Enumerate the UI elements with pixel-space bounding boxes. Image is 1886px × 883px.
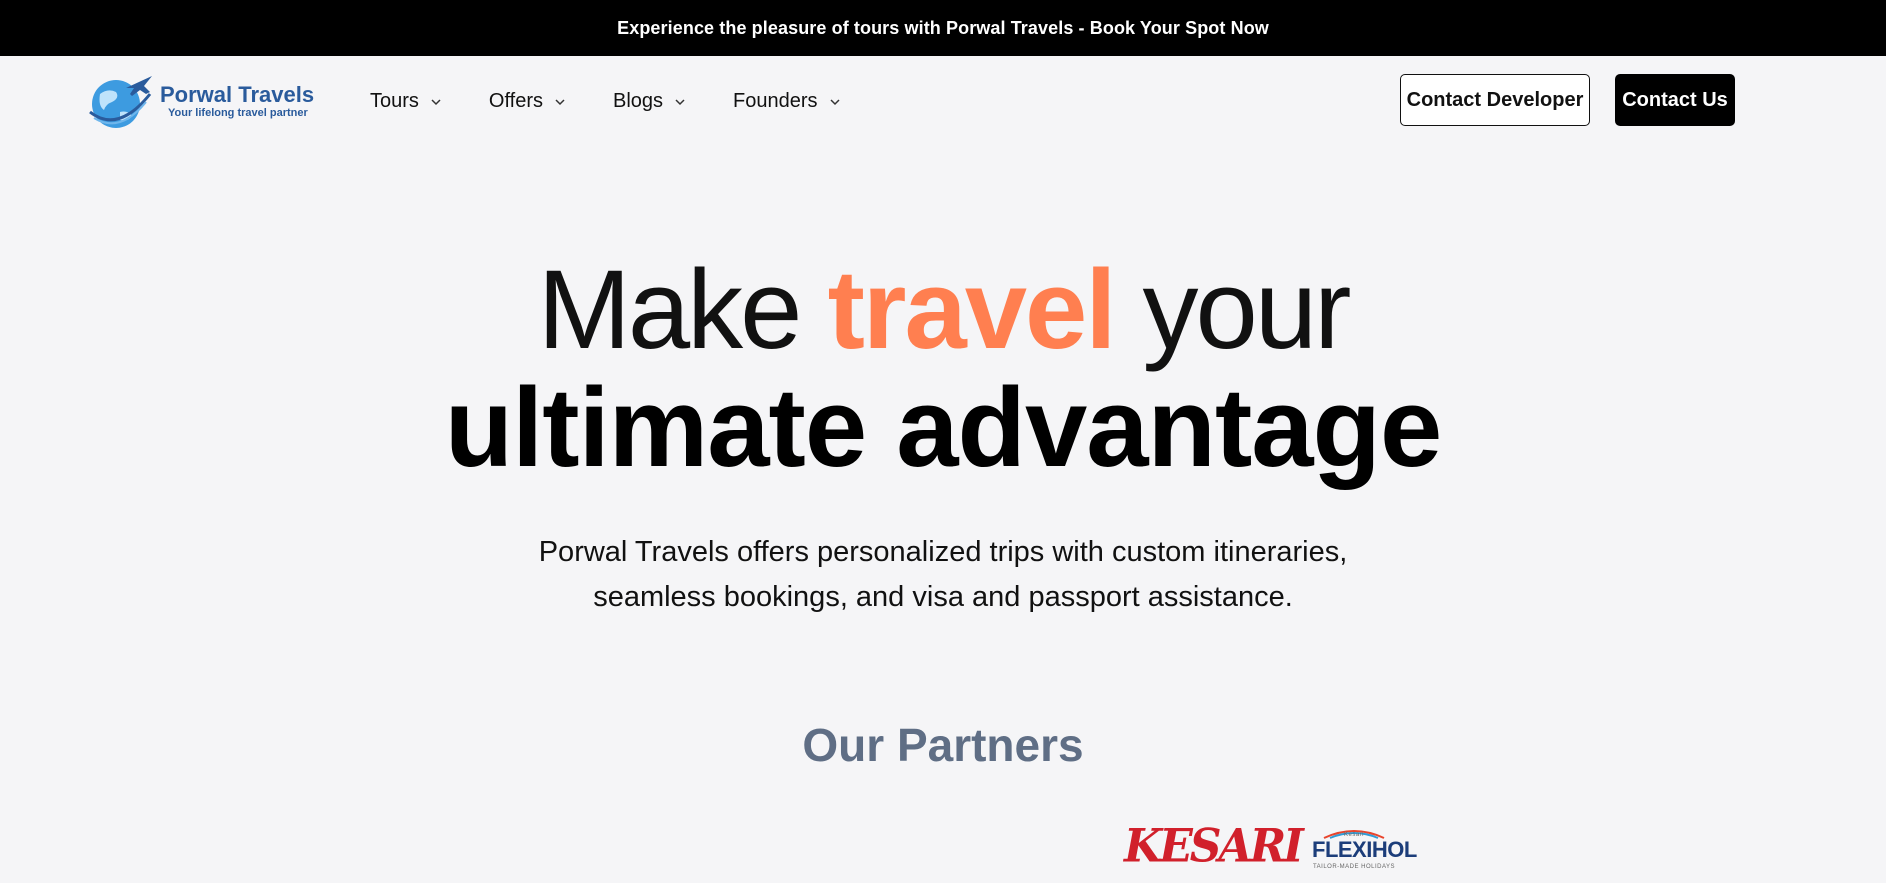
partner-logo-kesari[interactable]: KESARI bbox=[1124, 819, 1304, 874]
kesari-logo-text: KESARI bbox=[1124, 819, 1304, 874]
flexihol-logo-text: FLEXIHOL bbox=[1312, 837, 1417, 862]
contact-us-button[interactable]: Contact Us bbox=[1615, 74, 1735, 126]
chevron-down-icon bbox=[675, 99, 685, 106]
brand-tagline: Your lifelong travel partner bbox=[168, 106, 308, 119]
nav-item-founders[interactable]: Founders bbox=[733, 90, 842, 113]
nav-item-label: Founders bbox=[733, 89, 818, 112]
hero-heading-make: Make bbox=[537, 247, 828, 372]
partners-title: Our Partners bbox=[802, 719, 1084, 771]
flexihol-tagline: TAILOR-MADE HOLIDAYS bbox=[1312, 864, 1396, 870]
main-nav: Tours Offers Blogs Founders bbox=[370, 56, 888, 146]
brand-name: Porwal Travels bbox=[160, 81, 315, 107]
announcement-text[interactable]: Experience the pleasure of tours with Po… bbox=[617, 18, 1269, 39]
nav-item-blogs[interactable]: Blogs bbox=[613, 90, 687, 113]
hero-heading-line2: ultimate advantage bbox=[444, 365, 1443, 490]
hero-subtitle: Porwal Travels offers personalized trips… bbox=[443, 530, 1443, 620]
nav-item-tours[interactable]: Tours bbox=[370, 90, 443, 113]
announcement-bar[interactable]: Experience the pleasure of tours with Po… bbox=[0, 0, 1886, 56]
globe-plane-logo-icon bbox=[89, 76, 152, 128]
chevron-down-icon bbox=[555, 99, 565, 106]
nav-item-offers[interactable]: Offers bbox=[489, 90, 567, 113]
brand-logo[interactable]: Porwal Travels Your lifelong travel part… bbox=[86, 68, 326, 134]
hero-heading-your: your bbox=[1114, 247, 1352, 372]
navbar: Porwal Travels Your lifelong travel part… bbox=[0, 56, 1886, 146]
chevron-down-icon bbox=[830, 99, 840, 106]
hero-heading-accent: travel bbox=[827, 247, 1117, 372]
hero-heading-line1: Make travel your bbox=[0, 250, 1886, 370]
hero-subtitle-line1: Porwal Travels offers personalized trips… bbox=[538, 536, 1348, 568]
nav-item-label: Offers bbox=[488, 89, 543, 112]
chevron-down-icon bbox=[431, 99, 441, 106]
partner-logo-flexihol[interactable]: Kesari FLEXIHOL TAILOR-MADE HOLIDAYS bbox=[1304, 830, 1417, 874]
contact-developer-button[interactable]: Contact Developer bbox=[1400, 74, 1590, 126]
nav-item-label: Tours bbox=[370, 89, 419, 112]
nav-item-label: Blogs bbox=[613, 89, 664, 112]
hero-subtitle-line2: seamless bookings, and visa and passport… bbox=[593, 581, 1293, 613]
